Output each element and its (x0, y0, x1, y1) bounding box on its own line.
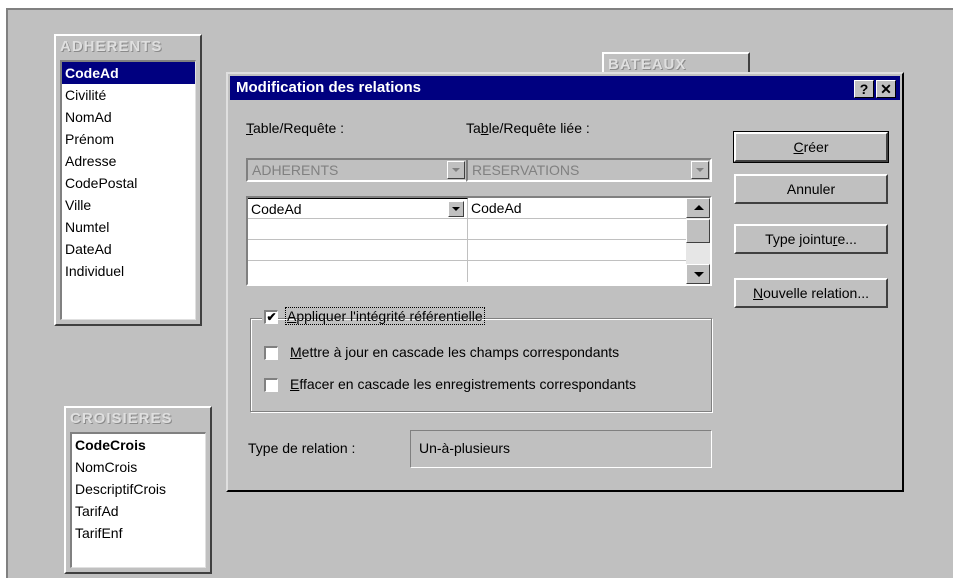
linked-table-select[interactable]: RESERVATIONS (466, 158, 712, 182)
field-descriptifcrois[interactable]: DescriptifCrois (72, 478, 205, 500)
chevron-down-icon[interactable] (448, 201, 464, 217)
adherents-table-title[interactable]: ADHERENTS (56, 36, 200, 58)
enforce-integrity-label[interactable]: Appliquer l'intégrité référentielle (285, 307, 485, 325)
table-select[interactable]: ADHERENTS (246, 158, 468, 182)
scroll-up-icon[interactable] (686, 198, 710, 218)
close-button[interactable]: ✕ (876, 80, 896, 98)
cascade-update-label[interactable]: Mettre à jour en cascade les champs corr… (290, 344, 619, 360)
cancel-button[interactable]: Annuler (734, 174, 888, 204)
field-codead[interactable]: CodeAd (62, 62, 195, 84)
dialog-titlebar[interactable]: Modification des relations ? ✕ (230, 76, 900, 100)
field-tarifad[interactable]: TarifAd (72, 500, 205, 522)
grid-cell-right[interactable] (468, 219, 686, 240)
field-prenom[interactable]: Prénom (62, 128, 195, 150)
grid-cell-left[interactable] (248, 261, 468, 282)
field-individuel[interactable]: Individuel (62, 260, 195, 282)
grid-cell-right[interactable]: CodeAd (468, 198, 686, 219)
field-nomad[interactable]: NomAd (62, 106, 195, 128)
new-relation-button[interactable]: Nouvelle relation... (734, 278, 888, 308)
table-query-label: Table/Requête : (246, 120, 345, 136)
field-mapping-grid[interactable]: CodeAd CodeAd (246, 196, 712, 286)
create-button[interactable]: Créer (733, 131, 889, 163)
field-codepostal[interactable]: CodePostal (62, 172, 195, 194)
croisieres-field-list[interactable]: CodeCrois NomCrois DescriptifCrois Tarif… (70, 432, 206, 568)
help-button[interactable]: ? (854, 80, 874, 98)
relation-type-label: Type de relation : (248, 440, 356, 456)
chevron-down-icon[interactable] (447, 161, 465, 179)
croisieres-table-window[interactable]: CROISIERES CodeCrois NomCrois Descriptif… (64, 406, 212, 574)
grid-cell-left[interactable]: CodeAd (248, 198, 468, 219)
field-nomcrois[interactable]: NomCrois (72, 456, 205, 478)
grid-cell-left[interactable] (248, 219, 468, 240)
integrity-groupbox (250, 318, 712, 412)
field-codecrois[interactable]: CodeCrois (72, 434, 205, 456)
field-numtel[interactable]: Numtel (62, 216, 195, 238)
field-ville[interactable]: Ville (62, 194, 195, 216)
enforce-integrity-row[interactable]: ✔ Appliquer l'intégrité référentielle (262, 306, 485, 328)
close-icon: ✕ (880, 81, 892, 97)
table-select-value: ADHERENTS (252, 162, 339, 178)
grid-cell-right[interactable] (468, 240, 686, 261)
field-civilite[interactable]: Civilité (62, 84, 195, 106)
adherents-field-list[interactable]: CodeAd Civilité NomAd Prénom Adresse Cod… (60, 60, 196, 320)
grid-cell-left[interactable] (248, 240, 468, 261)
field-datead[interactable]: DateAd (62, 238, 195, 260)
join-type-button[interactable]: Type jointure... (734, 224, 888, 254)
cascade-delete-checkbox[interactable] (264, 378, 278, 392)
scroll-thumb[interactable] (686, 219, 710, 243)
chevron-down-icon[interactable] (691, 161, 709, 179)
cascade-update-checkbox[interactable] (264, 346, 278, 360)
croisieres-table-title[interactable]: CROISIERES (66, 408, 210, 430)
dialog-title: Modification des relations (236, 79, 422, 96)
enforce-integrity-checkbox[interactable]: ✔ (264, 310, 278, 324)
relation-type-value: Un-à-plusieurs (410, 430, 712, 468)
field-adresse[interactable]: Adresse (62, 150, 195, 172)
adherents-table-window[interactable]: ADHERENTS CodeAd Civilité NomAd Prénom A… (54, 34, 202, 326)
cascade-delete-label[interactable]: Effacer en cascade les enregistrements c… (290, 376, 636, 392)
scroll-down-icon[interactable] (686, 264, 710, 284)
grid-cell-right[interactable] (468, 261, 686, 282)
linked-table-select-value: RESERVATIONS (472, 162, 580, 178)
linked-table-query-label: Table/Requête liée : (466, 120, 590, 136)
field-tarifenf[interactable]: TarifEnf (72, 522, 205, 544)
grid-scrollbar[interactable] (686, 198, 710, 284)
